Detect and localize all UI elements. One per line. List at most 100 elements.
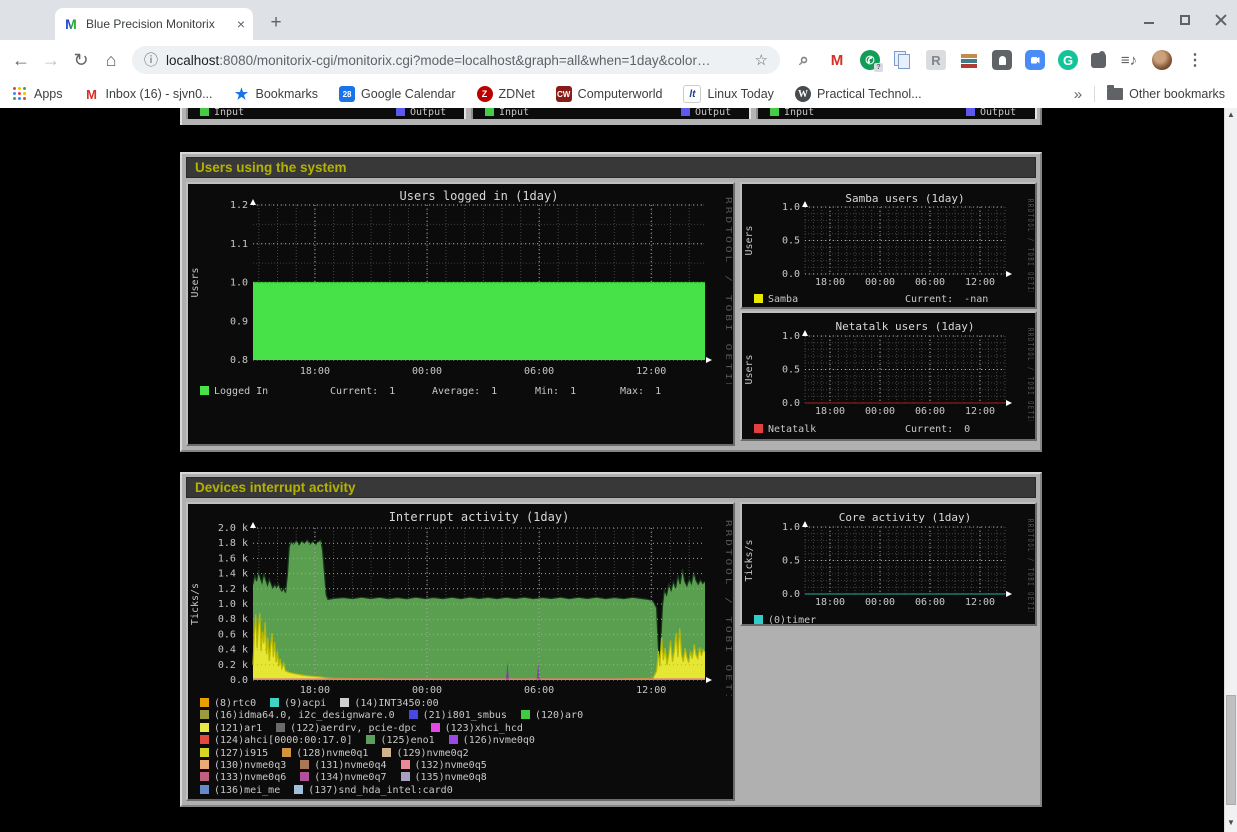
legend-swatch <box>200 748 209 757</box>
browser-tab[interactable]: M Blue Precision Monitorix × <box>55 8 253 40</box>
bookmark-practical-technology[interactable]: W Practical Technol... <box>795 86 922 102</box>
books-stack-icon[interactable] <box>959 50 979 70</box>
calendar-icon: 28 <box>339 86 355 102</box>
voice-badge: ? <box>874 63 883 72</box>
copy-pages-icon[interactable] <box>893 50 913 70</box>
maximize-button[interactable] <box>1179 14 1191 26</box>
legend-swatch <box>294 785 303 794</box>
lamp-icon[interactable] <box>992 50 1012 70</box>
gmail-icon[interactable]: M <box>827 50 847 70</box>
svg-text:1.0: 1.0 <box>230 278 248 289</box>
legend-item: (125)eno1 <box>366 735 434 746</box>
net-graph-panel[interactable]: Input Output <box>471 108 751 119</box>
bookmark-computerworld[interactable]: CW Computerworld <box>556 86 663 102</box>
legend-swatch <box>200 772 209 781</box>
samba-users-graph[interactable]: 0.00.51.018:0000:0006:0012:00Samba users… <box>740 182 1037 309</box>
home-button[interactable]: ⌂ <box>96 45 126 75</box>
legend-item: (16)idma64.0, i2c_designware.0 <box>200 710 395 721</box>
svg-text:0.8: 0.8 <box>230 355 248 366</box>
page-scrollbar[interactable]: ▲ ▼ <box>1224 108 1237 832</box>
monitorix-page: Input Output Input Output Input Output U… <box>0 108 1224 832</box>
profile-avatar[interactable] <box>1152 50 1172 70</box>
legend-swatch <box>276 723 285 732</box>
new-tab-button[interactable]: + <box>264 12 288 36</box>
back-button[interactable]: ← <box>6 45 36 75</box>
legend-item: (124)ahci[0000:00:17.0] <box>200 735 352 746</box>
svg-text:Interrupt activity (1day): Interrupt activity (1day) <box>389 510 570 524</box>
page-info-icon[interactable]: ⓘ <box>144 50 158 70</box>
section-title: Devices interrupt activity <box>186 477 1036 498</box>
minimize-button[interactable] <box>1143 14 1155 26</box>
other-bookmarks[interactable]: Other bookmarks <box>1107 87 1225 101</box>
legend-item: (126)nvme0q0 <box>449 735 535 746</box>
bookmarks-right: » Other bookmarks <box>1074 86 1225 103</box>
bookmark-zdnet[interactable]: Z ZDNet <box>477 86 535 102</box>
interrupt-legend: (8)rtc0(9)acpi(14)INT3450:00(16)idma64.0… <box>200 698 731 797</box>
legend-swatch <box>409 710 418 719</box>
svg-text:18:00: 18:00 <box>815 406 845 417</box>
net-graph-panel[interactable]: Input Output <box>186 108 466 119</box>
core-activity-graph[interactable]: 0.00.51.018:0000:0006:0012:00Core activi… <box>740 502 1037 626</box>
svg-text:00:00: 00:00 <box>412 366 442 377</box>
svg-text:0.4 k: 0.4 k <box>218 645 248 656</box>
users-legend: Logged InCurrent:1Average:1Min:1Max:1 <box>200 386 731 398</box>
legend-swatch <box>200 386 209 395</box>
playlist-music-icon[interactable]: ≡♪ <box>1119 50 1139 70</box>
reload-button[interactable]: ↻ <box>66 45 96 75</box>
overflow-chevron-icon[interactable]: » <box>1074 86 1082 103</box>
menu-kebab-icon[interactable]: ⋮ <box>1185 50 1205 70</box>
browser-toolbar: ← → ↻ ⌂ ⓘ localhost:8080/monitorix-cgi/m… <box>0 40 1237 80</box>
legend-item: (133)nvme0q6 <box>200 772 286 783</box>
net-graph-panel[interactable]: Input Output <box>756 108 1037 119</box>
legend-item: (134)nvme0q7 <box>300 772 386 783</box>
bookmarks-bar: Apps M Inbox (16) - sjvn0... ★ Bookmarks… <box>0 80 1237 109</box>
svg-text:Ticks/s: Ticks/s <box>190 583 201 625</box>
svg-text:0.6 k: 0.6 k <box>218 629 248 640</box>
forward-button[interactable]: → <box>36 45 66 75</box>
samba-legend: SambaCurrent:-nan <box>754 294 1033 306</box>
tab-close-icon[interactable]: × <box>237 17 245 31</box>
svg-text:Users logged in (1day): Users logged in (1day) <box>400 189 559 203</box>
monitorix-favicon: M <box>63 16 79 32</box>
users-logged-in-graph[interactable]: 0.80.91.01.11.218:0000:0006:0012:00Users… <box>186 182 735 446</box>
scrollbar-up-arrow[interactable]: ▲ <box>1225 108 1237 122</box>
bookmark-bookmarks[interactable]: ★ Bookmarks <box>234 86 319 102</box>
zdnet-icon: Z <box>477 86 493 102</box>
zoom-camera-icon[interactable] <box>1025 50 1045 70</box>
svg-text:12:00: 12:00 <box>636 366 666 377</box>
svg-text:1.4 k: 1.4 k <box>218 569 248 580</box>
bookmark-linux-today[interactable]: lt Linux Today <box>683 85 774 103</box>
svg-text:0.0: 0.0 <box>782 398 800 409</box>
scrollbar-down-arrow[interactable]: ▼ <box>1225 816 1237 830</box>
legend-item: (131)nvme0q4 <box>300 760 386 771</box>
interrupt-activity-graph[interactable]: 0.00.2 k0.4 k0.6 k0.8 k1.0 k1.2 k1.4 k1.… <box>186 502 735 801</box>
address-bar[interactable]: ⓘ localhost:8080/monitorix-cgi/monitorix… <box>132 46 780 74</box>
voice-icon[interactable]: ✆? <box>860 50 880 70</box>
svg-text:1.0: 1.0 <box>782 202 800 213</box>
svg-text:1.2: 1.2 <box>230 200 248 211</box>
legend-item: (128)nvme0q1 <box>282 748 368 759</box>
bookmark-google-calendar[interactable]: 28 Google Calendar <box>339 86 456 102</box>
r-extension-icon[interactable]: R <box>926 50 946 70</box>
music-note-icon: ♪ <box>1130 52 1138 69</box>
legend-swatch <box>382 748 391 757</box>
core-legend: (0)timer <box>754 615 1033 626</box>
bookmark-label: Computerworld <box>578 87 663 101</box>
svg-text:06:00: 06:00 <box>915 277 945 288</box>
legend-output: Output <box>681 108 731 118</box>
bookmark-star-icon[interactable]: ☆ <box>755 51 768 69</box>
url-text[interactable]: localhost:8080/monitorix-cgi/monitorix.c… <box>166 53 747 68</box>
bookmark-inbox[interactable]: M Inbox (16) - sjvn0... <box>84 86 213 102</box>
puzzle-extensions-icon[interactable] <box>1091 53 1106 68</box>
legend-swatch <box>754 294 763 303</box>
apps-shortcut[interactable]: Apps <box>12 86 63 102</box>
close-button[interactable] <box>1215 14 1227 26</box>
search-icon[interactable]: ⌕ <box>794 50 814 70</box>
legend-input: Input <box>770 108 814 118</box>
netatalk-users-graph[interactable]: 0.00.51.018:0000:0006:0012:00Netatalk us… <box>740 311 1037 441</box>
bookmark-label: Bookmarks <box>256 87 319 101</box>
svg-text:1.0: 1.0 <box>782 522 800 533</box>
grammarly-icon[interactable]: G <box>1058 50 1078 70</box>
svg-text:RRDTOOL / TOBI OETIKER: RRDTOOL / TOBI OETIKER <box>1026 328 1035 421</box>
scrollbar-thumb[interactable] <box>1226 695 1236 805</box>
